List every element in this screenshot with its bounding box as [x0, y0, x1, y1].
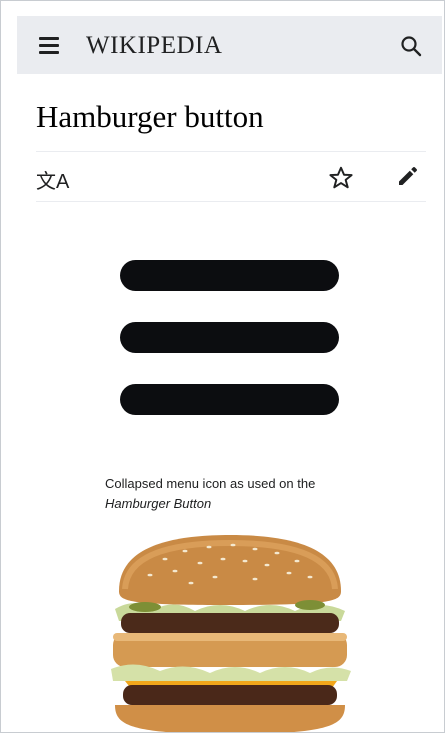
title-divider	[36, 151, 426, 152]
search-icon[interactable]	[400, 35, 422, 57]
toolbar-divider	[36, 201, 426, 202]
language-icon[interactable]: 文A	[36, 165, 69, 194]
hamburger-bar-middle	[120, 322, 339, 353]
figure-caption: Collapsed menu icon as used on the Hambu…	[105, 474, 405, 514]
hamburger-photo	[111, 535, 351, 732]
wikipedia-wordmark[interactable]: WIKIPEDIA	[86, 32, 222, 60]
mobile-page: WIKIPEDIA Hamburger button 文A Collapsed …	[0, 0, 445, 733]
hamburger-menu-icon[interactable]	[39, 37, 59, 54]
header-bar: WIKIPEDIA	[17, 16, 442, 74]
page-title: Hamburger button	[36, 99, 264, 134]
hamburger-bar-bottom	[120, 384, 339, 415]
hamburger-bar-top	[120, 260, 339, 291]
caption-link[interactable]: Hamburger Button	[105, 494, 405, 514]
star-icon[interactable]	[328, 165, 354, 191]
pencil-icon[interactable]	[396, 164, 420, 188]
caption-text: Collapsed menu icon as used on the	[105, 476, 316, 491]
